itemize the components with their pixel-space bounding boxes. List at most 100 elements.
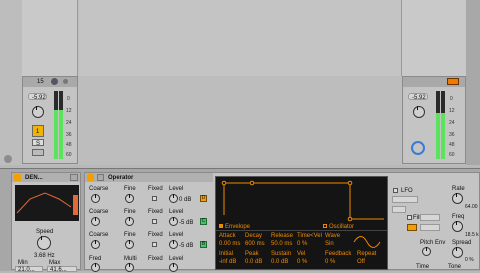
initial-value[interactable]: -inf dB — [219, 259, 236, 265]
env-point-release[interactable] — [347, 216, 353, 222]
min-value: 21.0... — [18, 267, 35, 273]
level-knob[interactable] — [169, 263, 178, 272]
view-toggle-icon[interactable] — [4, 155, 12, 163]
speed-knob[interactable] — [37, 236, 51, 250]
env-point-attack[interactable] — [221, 180, 227, 186]
level-knob[interactable] — [169, 217, 178, 226]
oscillator-toggle-icon[interactable] — [323, 224, 327, 228]
volume-value: -5.92 — [32, 95, 46, 101]
track-icon[interactable] — [51, 78, 58, 85]
peak-value[interactable]: 0.0 dB — [245, 259, 262, 265]
filter-toggle[interactable] — [407, 215, 412, 220]
env-point-sustain[interactable] — [347, 180, 353, 186]
osc-d-button[interactable]: D — [200, 195, 207, 202]
master-meter-r — [441, 91, 445, 159]
coarse-knob[interactable] — [91, 217, 100, 226]
device-menu-icon[interactable] — [70, 174, 78, 181]
device-power-icon[interactable] — [14, 174, 21, 181]
coarse-label: Coarse — [89, 186, 109, 192]
max-field[interactable]: 41.6... — [47, 266, 77, 273]
timevel-value[interactable]: 0 % — [297, 241, 307, 247]
fine-knob[interactable] — [125, 240, 134, 249]
release-value[interactable]: 50.0 ms — [271, 241, 292, 247]
track-lane-main[interactable] — [79, 0, 402, 76]
solo-button[interactable]: S — [32, 139, 44, 147]
lfo-mode-select[interactable] — [392, 206, 406, 213]
osc-c-button[interactable]: C — [200, 218, 207, 225]
lfo-toggle[interactable] — [393, 188, 398, 193]
fixed-checkbox[interactable] — [152, 242, 157, 247]
fine-knob[interactable] — [125, 194, 134, 203]
coarse-label: Fred — [89, 256, 102, 262]
spread-label: Spread — [452, 240, 472, 246]
level-value: 0 dB — [179, 197, 192, 203]
fixed-checkbox[interactable] — [152, 219, 157, 224]
lfo-wave-select[interactable] — [392, 196, 418, 203]
fixed-label: Fixed — [148, 209, 163, 215]
operator-fold-icon[interactable] — [97, 174, 104, 181]
decay-value[interactable]: 600 ms — [245, 241, 265, 247]
arm-button[interactable] — [32, 149, 44, 156]
min-field[interactable]: 21.0... — [15, 266, 43, 273]
track-activator-button[interactable]: 1 — [32, 125, 44, 137]
spread-knob[interactable] — [452, 247, 463, 258]
pitch-env-knob[interactable] — [422, 247, 431, 256]
operator-title-bar — [85, 173, 213, 182]
scrollbar-right[interactable] — [466, 0, 480, 165]
fixed-label: Fixed — [148, 256, 163, 262]
filter-mode-24[interactable] — [407, 224, 417, 231]
volume-readout[interactable]: -5.92 — [28, 93, 47, 101]
device-lfo-modulator: DEN... Speed 3.68 Hz Min Max 21.0... 41.… — [11, 172, 81, 273]
coarse-knob[interactable] — [91, 263, 100, 272]
master-volume-readout[interactable]: -5.92 — [408, 93, 428, 101]
fine-knob[interactable] — [125, 217, 134, 226]
track-lane-left[interactable] — [22, 0, 78, 76]
freq-value: 18.5 k — [465, 232, 479, 238]
coarse-label: Coarse — [89, 232, 109, 238]
freq-knob[interactable] — [452, 221, 463, 232]
level-value: -5 dB — [179, 243, 194, 249]
envelope-toggle-icon[interactable] — [219, 224, 223, 228]
fixed-label: Fixed — [148, 232, 163, 238]
track-lane-right[interactable] — [402, 0, 466, 76]
filter-type-select[interactable] — [420, 214, 440, 221]
rate-knob[interactable] — [452, 193, 463, 204]
coarse-knob[interactable] — [91, 240, 100, 249]
level-knob[interactable] — [169, 194, 178, 203]
master-pan-knob[interactable] — [413, 106, 425, 118]
release-label: Release — [271, 233, 294, 239]
fixed-checkbox[interactable] — [152, 196, 157, 201]
attack-value[interactable]: 0.00 ms — [219, 241, 240, 247]
sine-wave-icon — [353, 236, 381, 248]
vel-value[interactable]: 0 % — [297, 259, 307, 265]
scale-tick: 12 — [449, 108, 455, 114]
sustain-value[interactable]: 0.0 dB — [271, 259, 288, 265]
repeat-value[interactable]: Off — [357, 259, 365, 265]
wave-label: Wave — [325, 233, 341, 239]
feedback-label: Feedback — [325, 251, 352, 257]
osc-b-button[interactable]: B — [200, 241, 207, 248]
osc-badge: C — [201, 218, 206, 224]
level-knob[interactable] — [169, 240, 178, 249]
fine-label: Multi — [124, 256, 137, 262]
scale-tick: 36 — [66, 132, 72, 138]
pitch-env-label: Pitch Env — [420, 240, 446, 246]
pan-knob[interactable] — [32, 106, 44, 118]
master-activator-icon[interactable] — [447, 78, 459, 85]
mixer-strip-master: -5.92 0 12 24 36 48 60 — [402, 76, 466, 164]
headphone-icon[interactable] — [411, 141, 425, 155]
track-dot-icon[interactable] — [63, 79, 68, 84]
filter-mode-select[interactable] — [420, 224, 440, 231]
lfo-filter-section: LFO Rate 64.00 Filter Freq 18.5 k Pitch … — [390, 176, 480, 270]
scale-tick: 36 — [449, 132, 455, 138]
wave-value[interactable]: Sin — [325, 241, 334, 247]
env-point-decay[interactable] — [249, 180, 255, 186]
envelope-graph[interactable] — [218, 179, 386, 223]
coarse-knob[interactable] — [91, 194, 100, 203]
timevel-label: Time<Vel — [297, 233, 322, 239]
feedback-value[interactable]: 0 % — [325, 259, 335, 265]
operator-power-icon[interactable] — [87, 174, 94, 181]
wave-preview — [353, 236, 381, 248]
fine-knob[interactable] — [125, 263, 134, 272]
peak-label: Peak — [245, 251, 259, 257]
